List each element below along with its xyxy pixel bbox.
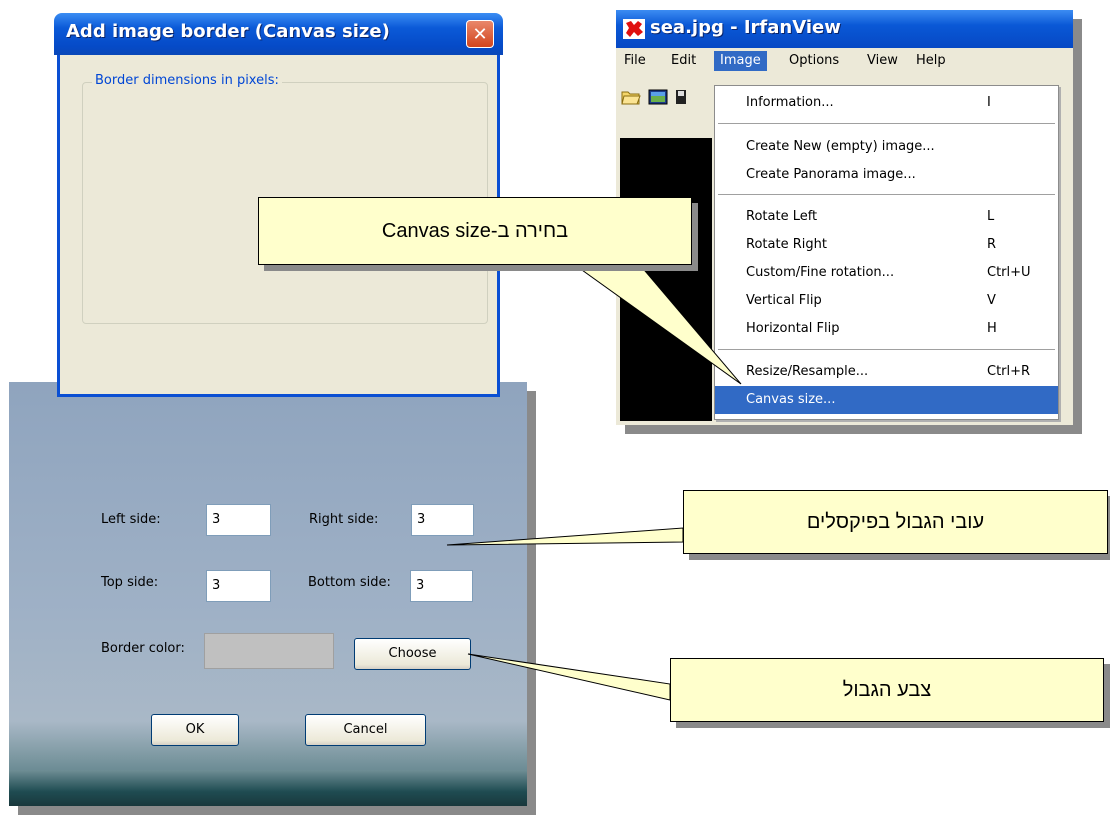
callout-canvas-size: בחירה ב-Canvas size — [258, 197, 692, 265]
callout-tail-thickness — [446, 527, 684, 546]
callout-border-color: צבע הגבול — [670, 658, 1104, 722]
callout-tail-color — [467, 653, 671, 701]
callout-border-thickness: עובי הגבול בפיקסלים — [683, 490, 1108, 554]
callout-tail-canvas — [573, 264, 742, 385]
